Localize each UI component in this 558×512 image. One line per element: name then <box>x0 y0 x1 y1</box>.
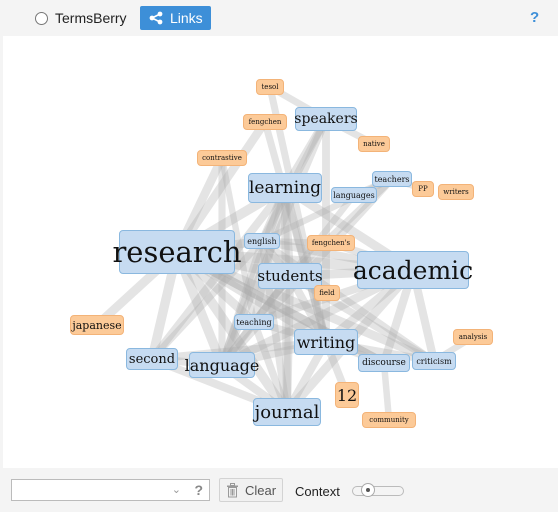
term-label: research <box>112 235 242 269</box>
term-node-languages[interactable]: languages <box>331 187 377 203</box>
bottom-toolbar: ⌄ ? Clear Context <box>0 468 558 512</box>
term-node-discourse[interactable]: discourse <box>358 354 410 372</box>
chevron-down-icon[interactable]: ⌄ <box>172 483 181 496</box>
term-label: community <box>369 416 409 424</box>
term-node-teaching[interactable]: teaching <box>234 314 274 330</box>
term-label: teaching <box>236 317 272 327</box>
term-node-second[interactable]: second <box>126 348 178 370</box>
term-label: field <box>319 289 335 297</box>
term-label: contrastive <box>202 154 242 162</box>
term-label: teachers <box>374 174 410 184</box>
term-label: fengchen's <box>311 239 351 247</box>
term-label: 12 <box>336 385 358 405</box>
term-search-combobox[interactable]: ⌄ ? <box>11 479 210 501</box>
term-label: second <box>128 351 176 367</box>
term-node-field[interactable]: field <box>314 285 340 301</box>
combo-help-icon[interactable]: ? <box>194 482 203 498</box>
term-label: english <box>247 236 277 246</box>
term-node-writing[interactable]: writing <box>294 329 358 355</box>
term-node-fengchens[interactable]: fengchen's <box>307 235 355 251</box>
term-label: tesol <box>261 83 279 91</box>
term-label: japanese <box>72 318 122 332</box>
term-node-english[interactable]: english <box>244 233 280 249</box>
term-node-pp[interactable]: PP <box>412 181 434 197</box>
term-node-analysis[interactable]: analysis <box>453 329 493 345</box>
context-slider[interactable] <box>352 483 404 497</box>
terms-graph-canvas[interactable]: research academic learning writing journal la… <box>3 36 558 468</box>
term-label: writing <box>296 332 356 352</box>
term-node-academic[interactable]: academic <box>353 251 473 289</box>
trash-icon <box>227 482 238 497</box>
term-node-community[interactable]: community <box>362 412 416 428</box>
links-label: Links <box>170 10 203 26</box>
termsberry-radio[interactable] <box>35 12 48 25</box>
context-label: Context <box>295 484 340 499</box>
term-node-speakers[interactable]: speakers <box>294 107 358 131</box>
clear-button[interactable]: Clear <box>219 478 283 502</box>
term-label: learning <box>249 178 321 198</box>
term-label: languages <box>333 190 375 200</box>
term-node-native[interactable]: native <box>358 136 390 152</box>
context-slider-thumb[interactable] <box>361 483 375 497</box>
term-node-fengchen[interactable]: fengchen <box>243 114 287 130</box>
help-icon[interactable]: ? <box>530 9 539 26</box>
term-node-japanese[interactable]: japanese <box>70 315 124 335</box>
links-button[interactable]: Links <box>140 6 211 30</box>
term-node-teachers[interactable]: teachers <box>372 171 412 187</box>
term-label: criticism <box>416 356 452 366</box>
term-node-learning[interactable]: learning <box>248 173 322 203</box>
term-node-research[interactable]: research <box>112 230 242 274</box>
clear-label: Clear <box>245 482 277 498</box>
term-label: PP <box>418 185 428 193</box>
term-label: students <box>257 267 323 285</box>
term-node-language[interactable]: language <box>185 352 259 378</box>
term-node-criticism[interactable]: criticism <box>412 352 456 370</box>
term-label: writers <box>443 188 469 196</box>
term-label: native <box>363 140 385 148</box>
term-label: academic <box>352 255 474 285</box>
term-label: discourse <box>362 358 406 368</box>
term-label: language <box>184 355 260 375</box>
term-label: fengchen <box>248 118 282 126</box>
term-node-students[interactable]: students <box>257 263 323 289</box>
top-toolbar: TermsBerry Links ? <box>0 0 558 36</box>
term-node-tesol[interactable]: tesol <box>256 79 284 95</box>
term-label: analysis <box>458 333 488 341</box>
term-node-contrastive[interactable]: contrastive <box>197 150 247 166</box>
term-label: journal <box>254 401 320 423</box>
term-node-twelve[interactable]: 12 <box>335 382 359 408</box>
term-label: speakers <box>294 111 358 127</box>
termsberry-label[interactable]: TermsBerry <box>55 10 127 26</box>
share-icon <box>149 11 163 25</box>
term-node-writers[interactable]: writers <box>438 184 474 200</box>
term-node-journal[interactable]: journal <box>253 398 321 426</box>
